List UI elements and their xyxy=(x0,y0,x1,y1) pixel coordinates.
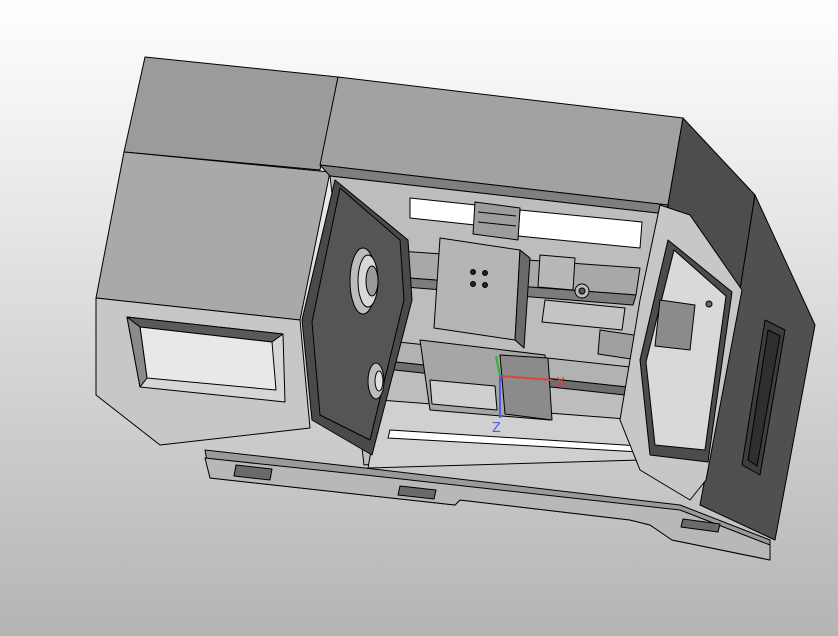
lathe-model-render: X Z xyxy=(95,56,816,561)
left-enclosure-top xyxy=(123,56,339,171)
x-axis-label: X xyxy=(556,376,565,391)
carriage xyxy=(433,237,521,341)
z-axis-label: Z xyxy=(492,421,501,436)
left-enclosure xyxy=(95,56,339,446)
cad-3d-viewport[interactable]: X Z xyxy=(0,0,838,636)
lead-screw-top xyxy=(472,201,521,241)
